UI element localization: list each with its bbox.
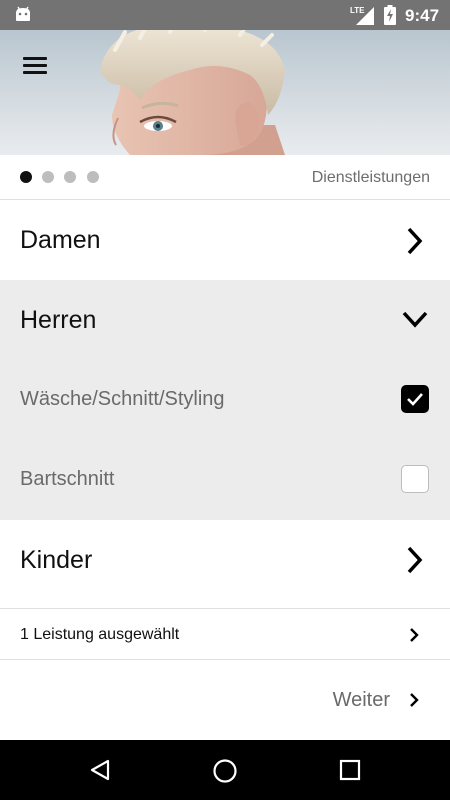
category-row-herren[interactable]: Herren: [0, 280, 450, 360]
category-row-kinder[interactable]: Kinder: [0, 520, 450, 609]
selection-summary-row[interactable]: 1 Leistung ausgewählt: [0, 610, 450, 660]
page-dot-active[interactable]: [20, 171, 32, 183]
svg-text:LTE: LTE: [350, 6, 365, 15]
category-label: Herren: [20, 306, 97, 334]
service-checkbox-checked[interactable]: [401, 385, 429, 413]
home-icon[interactable]: [212, 758, 238, 784]
menu-icon-bar: [23, 64, 47, 67]
service-checkbox-unchecked[interactable]: [401, 465, 429, 493]
recents-icon[interactable]: [339, 759, 361, 781]
lte-signal-icon: LTE: [350, 6, 374, 25]
chevron-down-icon: [402, 311, 428, 328]
menu-button[interactable]: [14, 50, 56, 80]
service-row-waesche[interactable]: Wäsche/Schnitt/Styling: [0, 360, 450, 440]
category-label: Damen: [20, 226, 101, 254]
category-row-damen[interactable]: Damen: [0, 200, 450, 278]
menu-icon: [23, 57, 47, 60]
chevron-right-icon[interactable]: [408, 692, 420, 708]
page-indicator-row: Dienstleistungen: [0, 155, 450, 200]
chevron-right-icon: [410, 628, 419, 642]
service-label: Bartschnitt: [20, 468, 115, 490]
back-icon[interactable]: [88, 758, 112, 782]
service-row-bartschnitt[interactable]: Bartschnitt: [0, 440, 450, 520]
selection-summary: 1 Leistung ausgewählt: [20, 626, 180, 643]
navigation-bar: [0, 740, 450, 800]
next-row: Weiter: [0, 660, 450, 740]
check-icon: [407, 393, 423, 406]
chevron-right-icon: [407, 227, 423, 255]
category-group-herren: Herren Wäsche/Schnitt/Styling Bartschnit…: [0, 280, 450, 520]
status-time: 9:47: [405, 6, 440, 25]
chevron-right-icon: [407, 546, 423, 574]
menu-icon-bar: [23, 71, 47, 74]
hero-portrait-image: [100, 30, 285, 155]
section-title: Dienstleistungen: [311, 169, 430, 186]
hero-image: [0, 30, 450, 155]
page-dot[interactable]: [42, 171, 54, 183]
page-dot[interactable]: [64, 171, 76, 183]
android-icon: [16, 6, 30, 21]
status-bar: LTE 9:47: [0, 0, 450, 30]
next-button[interactable]: Weiter: [333, 689, 390, 712]
category-label: Kinder: [20, 546, 93, 574]
page-dot[interactable]: [87, 171, 99, 183]
battery-icon: [384, 5, 396, 25]
service-label: Wäsche/Schnitt/Styling: [20, 388, 225, 410]
